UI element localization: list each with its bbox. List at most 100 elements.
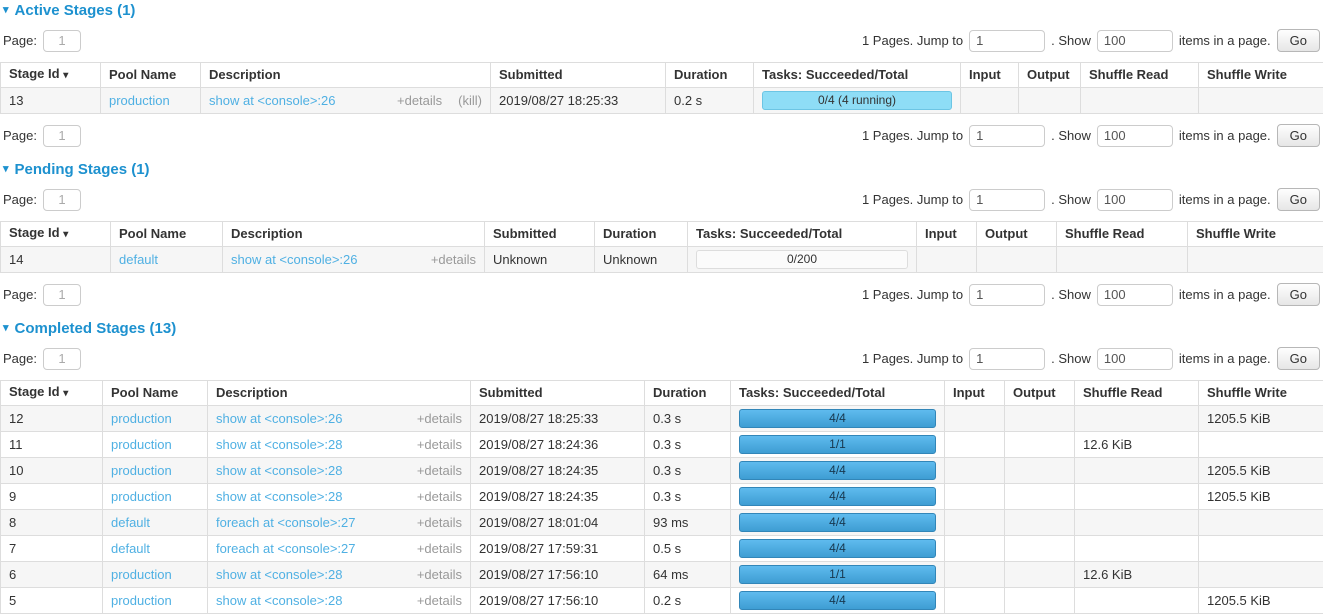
description-link[interactable]: foreach at <console>:27 [216,541,356,557]
page-label: Page: [3,128,37,143]
input-cell [945,406,1005,432]
page-number-input[interactable] [43,348,81,370]
col-header-input[interactable]: Input [961,63,1019,88]
description-link[interactable]: show at <console>:26 [209,93,335,109]
tasks-cell: 1/1 [731,562,945,588]
show-items-input[interactable] [1097,348,1173,370]
description-link[interactable]: show at <console>:28 [216,567,342,583]
section-heading-active-stages[interactable]: ▾ Active Stages (1) [3,2,1323,19]
pool-name-link[interactable]: production [111,567,172,582]
pool-name-link[interactable]: production [111,411,172,426]
col-header-description[interactable]: Description [208,381,471,406]
page-number-input[interactable] [43,125,81,147]
page-label: Page: [3,192,37,207]
jump-to-input[interactable] [969,125,1045,147]
page-number-input[interactable] [43,30,81,52]
col-header-output[interactable]: Output [977,222,1057,247]
pool-name-link[interactable]: default [111,515,150,530]
tasks-cell: 4/4 [731,536,945,562]
details-link[interactable]: +details [417,463,462,479]
section-heading-pending-stages[interactable]: ▾ Pending Stages (1) [3,161,1323,178]
col-header-description[interactable]: Description [201,63,491,88]
details-link[interactable]: +details [417,437,462,453]
col-header-submitted[interactable]: Submitted [491,63,666,88]
task-progress-label: 4/4 [829,463,846,477]
pool-name-link[interactable]: production [111,437,172,452]
output-cell [1005,406,1075,432]
jump-to-input[interactable] [969,348,1045,370]
col-header-stage-id[interactable]: Stage Id ▾ [1,381,103,406]
details-link[interactable]: +details [417,567,462,583]
col-header-stage-id[interactable]: Stage Id ▾ [1,222,111,247]
col-header-duration[interactable]: Duration [666,63,754,88]
page-number-input[interactable] [43,189,81,211]
task-progress-label: 0/4 (4 running) [818,93,896,107]
col-header-output[interactable]: Output [1005,381,1075,406]
go-button[interactable]: Go [1277,188,1320,211]
col-header-duration[interactable]: Duration [645,381,731,406]
details-link[interactable]: +details [417,541,462,557]
description-link[interactable]: show at <console>:28 [216,437,342,453]
pool-name-link[interactable]: production [109,93,170,108]
section-heading-completed-stages[interactable]: ▾ Completed Stages (13) [3,320,1323,337]
description-link[interactable]: show at <console>:26 [216,411,342,427]
go-button[interactable]: Go [1277,347,1320,370]
input-cell [945,588,1005,614]
details-link[interactable]: +details [397,93,442,109]
description-link[interactable]: foreach at <console>:27 [216,515,356,531]
kill-link[interactable]: (kill) [458,93,482,109]
description-link[interactable]: show at <console>:28 [216,489,342,505]
go-button[interactable]: Go [1277,283,1320,306]
description-link[interactable]: show at <console>:26 [231,252,357,268]
col-header-pool-name[interactable]: Pool Name [101,63,201,88]
col-header-output[interactable]: Output [1019,63,1081,88]
col-header-pool-name[interactable]: Pool Name [103,381,208,406]
description-link[interactable]: show at <console>:28 [216,593,342,609]
jump-to-input[interactable] [969,189,1045,211]
col-header-input[interactable]: Input [945,381,1005,406]
description-cell: show at <console>:26 +details [223,247,485,273]
col-header-duration[interactable]: Duration [595,222,688,247]
pool-name-link[interactable]: production [111,463,172,478]
col-header-description[interactable]: Description [223,222,485,247]
go-button[interactable]: Go [1277,124,1320,147]
col-header-pool-name[interactable]: Pool Name [111,222,223,247]
show-items-input[interactable] [1097,189,1173,211]
col-header-tasks[interactable]: Tasks: Succeeded/Total [731,381,945,406]
col-header-shuffle-write[interactable]: Shuffle Write [1188,222,1323,247]
col-header-shuffle-write[interactable]: Shuffle Write [1199,63,1323,88]
details-link[interactable]: +details [417,411,462,427]
show-items-input[interactable] [1097,125,1173,147]
col-header-shuffle-write[interactable]: Shuffle Write [1199,381,1323,406]
page-label: Page: [3,287,37,302]
pool-name-link[interactable]: production [111,593,172,608]
col-header-shuffle-read[interactable]: Shuffle Read [1057,222,1188,247]
col-header-stage-id[interactable]: Stage Id ▾ [1,63,101,88]
jump-to-input[interactable] [969,30,1045,52]
details-link[interactable]: +details [417,489,462,505]
shuffle-read-cell [1075,458,1199,484]
col-header-shuffle-read[interactable]: Shuffle Read [1075,381,1199,406]
col-header-submitted[interactable]: Submitted [471,381,645,406]
col-header-submitted[interactable]: Submitted [485,222,595,247]
shuffle-read-cell [1081,88,1199,114]
page-number-input[interactable] [43,284,81,306]
col-header-tasks[interactable]: Tasks: Succeeded/Total [688,222,917,247]
details-link[interactable]: +details [417,515,462,531]
col-header-tasks[interactable]: Tasks: Succeeded/Total [754,63,961,88]
details-link[interactable]: +details [431,252,476,268]
pool-name-link[interactable]: production [111,489,172,504]
shuffle-read-cell [1057,247,1188,273]
col-header-input[interactable]: Input [917,222,977,247]
table-row: 8 default foreach at <console>:27+detail… [1,510,1323,536]
pool-name-link[interactable]: default [119,252,158,267]
pool-name-link[interactable]: default [111,541,150,556]
pool-name-cell: default [111,247,223,273]
details-link[interactable]: +details [417,593,462,609]
show-items-input[interactable] [1097,30,1173,52]
go-button[interactable]: Go [1277,29,1320,52]
jump-to-input[interactable] [969,284,1045,306]
show-items-input[interactable] [1097,284,1173,306]
col-header-shuffle-read[interactable]: Shuffle Read [1081,63,1199,88]
description-link[interactable]: show at <console>:28 [216,463,342,479]
